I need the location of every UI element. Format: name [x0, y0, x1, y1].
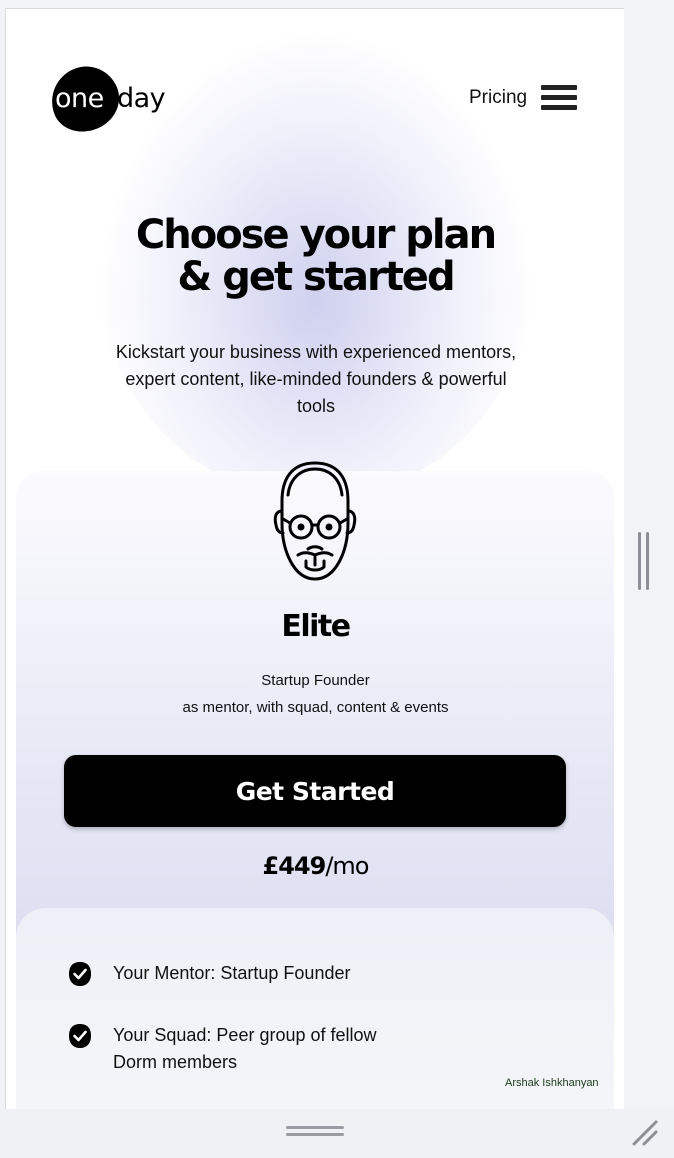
plan-price: £449/mo [6, 852, 624, 880]
menu-bar [541, 85, 577, 90]
nav-pricing-link[interactable]: Pricing [469, 87, 527, 109]
check-badge-icon [69, 1024, 91, 1048]
plan-name: Elite [281, 609, 351, 644]
plan-description: as mentor, with squad, content & events [182, 699, 449, 716]
feature-text-line: Your Mentor: Startup Founder [113, 963, 351, 983]
feature-text-line: Dorm members [113, 1052, 238, 1072]
browser-frame: one day Pricing Choose your plan & get s… [0, 0, 674, 1158]
list-item: Your Squad: Peer group of fellow Dorm me… [68, 1022, 377, 1076]
page-title: Choose your plan & get started [6, 214, 624, 298]
page-title-line: Choose your plan [135, 212, 497, 258]
vertical-resize-handle[interactable] [638, 532, 652, 590]
price-unit: /mo [325, 852, 369, 880]
logo-text-day: day [117, 83, 166, 114]
hero-subtitle-line: expert content, like-minded founders & p… [125, 369, 507, 389]
feature-text: Your Mentor: Startup Founder [113, 960, 350, 987]
menu-bar [541, 95, 577, 100]
check-badge-icon [69, 962, 91, 986]
get-started-button[interactable]: Get Started [64, 755, 566, 827]
page-viewport: one day Pricing Choose your plan & get s… [5, 8, 624, 1109]
hero-subtitle: Kickstart your business with experienced… [96, 339, 536, 420]
hero-subtitle-line: tools [296, 396, 336, 416]
oneday-logo[interactable]: one day [41, 56, 181, 142]
resize-grip-icon[interactable] [630, 1118, 660, 1148]
mentor-face-icon [273, 461, 357, 581]
author-credit: Arshak Ishkhanyan [505, 1077, 599, 1089]
hamburger-menu-icon[interactable] [541, 85, 577, 111]
feature-text: Your Squad: Peer group of fellow Dorm me… [113, 1022, 377, 1076]
handle-bar [286, 1126, 344, 1129]
menu-bar [541, 105, 577, 110]
horizontal-resize-handle[interactable] [286, 1126, 344, 1140]
price-amount: £449 [262, 852, 327, 880]
list-item: Your Mentor: Startup Founder [68, 960, 350, 987]
handle-bar [638, 532, 641, 590]
handle-bar [646, 532, 649, 590]
page-title-line: & get started [177, 254, 455, 300]
logo-text-one: one [55, 83, 104, 114]
handle-bar [286, 1133, 344, 1136]
hero-subtitle-line: Kickstart your business with experienced… [115, 342, 517, 362]
plan-mentor-type: Startup Founder [261, 672, 370, 689]
feature-text-line: Your Squad: Peer group of fellow [113, 1025, 377, 1045]
